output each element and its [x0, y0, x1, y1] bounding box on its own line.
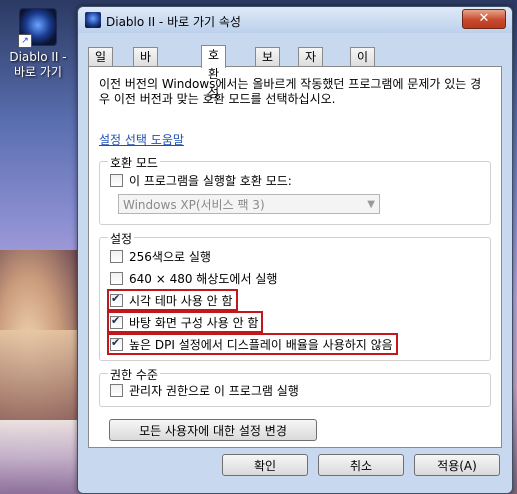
ok-button[interactable]: 확인	[222, 454, 308, 476]
setting-row-640x480[interactable]: 640 × 480 해상도에서 실행	[110, 270, 277, 286]
desktop-shortcut-diablo2[interactable]: ↗ Diablo II - 바로 가기	[4, 8, 72, 80]
diablo-app-icon	[85, 12, 101, 28]
setting-label-disable-dpi-scaling: 높은 DPI 설정에서 디스플레이 배율을 사용하지 않음	[129, 337, 393, 352]
setting-row-disable-visual-themes[interactable]: 시각 테마 사용 안 함	[107, 289, 238, 311]
title-bar[interactable]: Diablo II - 바로 가기 속성 ✕	[78, 7, 512, 33]
setting-row-disable-desktop-composition[interactable]: 바탕 화면 구성 사용 안 함	[106, 311, 264, 333]
setting-checkbox-640x480[interactable]	[110, 271, 123, 285]
setting-label-disable-desktop-composition: 바탕 화면 구성 사용 안 함	[129, 315, 259, 330]
close-button[interactable]: ✕	[462, 9, 506, 29]
setting-checkbox-256-colors[interactable]	[110, 249, 123, 263]
settings-group: 설정 256색으로 실행 640 × 480 해상도에서 실행 시각 테마 사용…	[99, 230, 491, 361]
compat-mode-checkbox[interactable]	[110, 173, 123, 187]
privilege-title: 권한 수준	[108, 366, 160, 383]
setting-row-256-colors[interactable]: 256색으로 실행	[110, 248, 211, 264]
setting-checkbox-disable-desktop-composition[interactable]	[110, 314, 123, 329]
shortcut-arrow-icon: ↗	[18, 34, 32, 48]
desktop-shortcut-label: Diablo II - 바로 가기	[4, 50, 72, 80]
run-as-admin-checkbox[interactable]	[110, 383, 123, 397]
setting-label-256-colors: 256색으로 실행	[129, 249, 211, 264]
help-link[interactable]: 설정 선택 도움말	[99, 131, 184, 148]
tab-details[interactable]: 자세히	[298, 47, 324, 102]
setting-row-disable-dpi-scaling[interactable]: 높은 DPI 설정에서 디스플레이 배율을 사용하지 않음	[107, 333, 398, 355]
settings-title: 설정	[108, 230, 135, 247]
compat-mode-label: 이 프로그램을 실행할 호환 모드:	[129, 173, 292, 188]
chevron-down-icon: ▼	[367, 199, 375, 210]
compat-mode-select-value: Windows XP(서비스 팩 3)	[123, 198, 265, 212]
tab-previous-versions[interactable]: 이전 버전	[350, 47, 376, 121]
tab-security[interactable]: 보안	[255, 47, 281, 83]
intro-text: 이전 버전의 Windows에서는 올바르게 작동했던 프로그램에 문제가 있는…	[99, 77, 482, 106]
window-title: Diablo II - 바로 가기 속성	[106, 15, 241, 29]
tab-general[interactable]: 일반	[88, 47, 114, 83]
setting-checkbox-disable-dpi-scaling[interactable]	[110, 336, 123, 351]
privilege-group: 권한 수준 관리자 권한으로 이 프로그램 실행	[99, 366, 491, 407]
compat-mode-group: 호환 모드 이 프로그램을 실행할 호환 모드: Windows XP(서비스 …	[99, 154, 491, 225]
compat-mode-select[interactable]: Windows XP(서비스 팩 3) ▼	[118, 194, 380, 214]
compatibility-panel: 이전 버전의 Windows에서는 올바르게 작동했던 프로그램에 문제가 있는…	[88, 66, 502, 448]
compat-mode-title: 호환 모드	[108, 154, 160, 171]
tab-compatibility[interactable]: 호환성	[201, 45, 227, 100]
compat-mode-checkbox-row[interactable]: 이 프로그램을 실행할 호환 모드:	[110, 172, 292, 188]
cancel-button[interactable]: 취소	[318, 454, 404, 476]
diablo-icon: ↗	[18, 8, 57, 48]
apply-button[interactable]: 적용(A)	[414, 454, 500, 476]
tab-shortcut[interactable]: 바로 가기	[133, 47, 159, 121]
desktop-shortcut-label-line1: Diablo II -	[9, 50, 67, 64]
properties-dialog: Diablo II - 바로 가기 속성 ✕ 일반 바로 가기 호환성 보안 자…	[77, 6, 513, 494]
desktop-shortcut-label-line2: 바로 가기	[14, 65, 62, 79]
change-settings-all-users-button[interactable]: 모든 사용자에 대한 설정 변경	[109, 419, 317, 441]
run-as-admin-label: 관리자 권한으로 이 프로그램 실행	[129, 383, 299, 398]
setting-label-disable-visual-themes: 시각 테마 사용 안 함	[129, 293, 233, 308]
run-as-admin-row[interactable]: 관리자 권한으로 이 프로그램 실행	[110, 382, 299, 398]
setting-checkbox-disable-visual-themes[interactable]	[110, 292, 123, 307]
setting-label-640x480: 640 × 480 해상도에서 실행	[129, 271, 278, 286]
